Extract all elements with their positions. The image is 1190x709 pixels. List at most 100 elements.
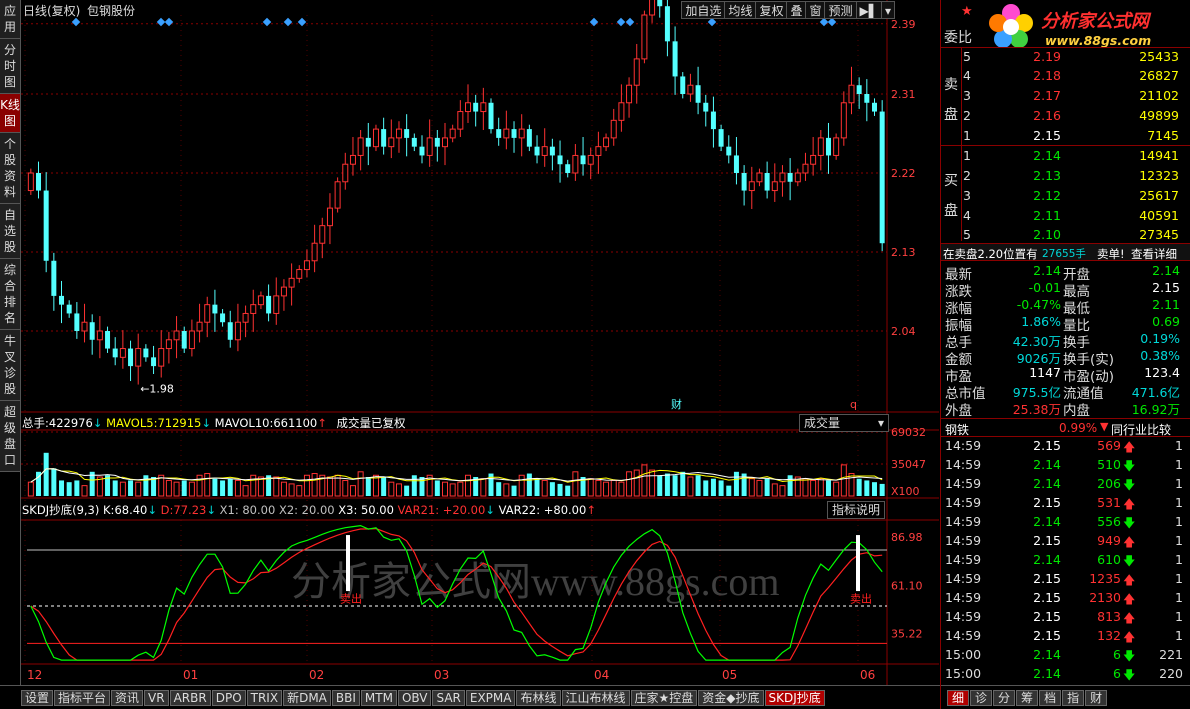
- indicator-tab[interactable]: 资金◆抄底: [698, 689, 764, 706]
- ask-row[interactable]: 2 2.16 49899: [941, 107, 1190, 126]
- right-tab[interactable]: 诊: [970, 689, 993, 706]
- indicator-select[interactable]: 成交量 ▾: [799, 414, 889, 432]
- indicator-tab[interactable]: 设置: [21, 689, 54, 706]
- adjust-button[interactable]: 复权: [755, 1, 788, 19]
- volume-bar: [526, 473, 532, 496]
- ma-button[interactable]: 均线: [724, 1, 757, 19]
- forecast-button[interactable]: 预测: [824, 1, 857, 19]
- window-button[interactable]: 窗: [805, 1, 826, 19]
- bid-row[interactable]: 1 2.14 14941: [941, 147, 1190, 166]
- volume-bars: [27, 452, 885, 497]
- left-tab[interactable]: 牛叉诊股: [0, 330, 20, 401]
- indicator-tab[interactable]: VR: [144, 689, 169, 706]
- candle-body: [96, 330, 103, 341]
- indicator-tab[interactable]: 资讯: [111, 689, 144, 706]
- volume-bar: [710, 478, 716, 496]
- right-tab[interactable]: 指: [1062, 689, 1085, 706]
- volume-bar: [51, 468, 57, 496]
- chevron-down-icon[interactable]: ▾: [880, 1, 895, 19]
- big-order-alert[interactable]: 在卖盘2.20位置有 27655手 卖单! 查看详细: [941, 243, 1190, 261]
- ask-row[interactable]: 3 2.17 21102: [941, 87, 1190, 106]
- indicator-tab[interactable]: BBI: [331, 689, 360, 706]
- candle-body: [741, 173, 747, 191]
- chart-canvas[interactable]: 分析家公式网www.88gs.com ←2.37←1.98财q 卖出卖出 2.3…: [21, 0, 939, 685]
- indicator-tab[interactable]: DPO: [211, 689, 246, 706]
- right-tab[interactable]: 财: [1085, 689, 1108, 706]
- volume-bar: [365, 476, 371, 496]
- indicator-tab[interactable]: 布林线: [516, 689, 561, 706]
- volume-bar: [718, 480, 724, 496]
- indicator-tab[interactable]: SAR: [432, 689, 465, 706]
- volume-bar: [465, 474, 472, 497]
- indicator-tab[interactable]: ARBR: [169, 689, 211, 706]
- candle-body: [518, 128, 525, 139]
- indicator-tab[interactable]: OBV: [397, 689, 432, 706]
- volume-bar: [848, 473, 855, 497]
- indicator-tab-active[interactable]: SKDJ抄底: [764, 689, 825, 706]
- candle-body: [105, 331, 111, 349]
- left-tab[interactable]: 综合排名: [0, 259, 20, 330]
- volume-bar: [595, 479, 602, 497]
- right-tab[interactable]: 筹: [1016, 689, 1039, 706]
- volume-bar: [610, 479, 617, 497]
- volume-bar: [657, 475, 663, 496]
- flower-logo-icon: [987, 3, 1035, 51]
- candle-body: [242, 312, 249, 323]
- candle-body: [404, 129, 410, 138]
- volume-bar: [549, 482, 555, 496]
- left-tab[interactable]: 超级盘口: [0, 401, 20, 472]
- candle-body: [695, 85, 701, 103]
- volume-bar: [879, 483, 885, 496]
- overlay-button[interactable]: 叠: [786, 1, 807, 19]
- add-watchlist-button[interactable]: 加自选: [681, 1, 726, 19]
- candle-body: [151, 357, 157, 367]
- volume-bar: [534, 478, 540, 496]
- candle-body: [89, 322, 95, 340]
- candle-body: [787, 173, 793, 182]
- candle-body: [349, 154, 356, 165]
- bid-row[interactable]: 2 2.13 12323: [941, 167, 1190, 186]
- right-tab-active[interactable]: 细: [947, 689, 970, 706]
- star-icon[interactable]: ★: [961, 4, 975, 19]
- bid-row[interactable]: 3 2.12 25617: [941, 187, 1190, 206]
- indicator-tab[interactable]: EXPMA: [465, 689, 516, 706]
- candle-body: [119, 348, 126, 358]
- left-tab[interactable]: 应用: [0, 0, 20, 39]
- candle-body: [411, 137, 417, 147]
- candle-body: [273, 295, 280, 314]
- candle-body: [488, 102, 494, 130]
- ask-row[interactable]: 1 2.15 7145: [941, 127, 1190, 146]
- indicator-tab[interactable]: 指标平台: [54, 689, 111, 706]
- left-tab[interactable]: 分时图: [0, 39, 20, 94]
- time-tick-label: 01: [183, 668, 198, 682]
- candle-body: [250, 304, 257, 314]
- left-tab[interactable]: 自选股: [0, 204, 20, 259]
- candle-body: [173, 330, 180, 341]
- left-tab[interactable]: 个股资料: [0, 133, 20, 204]
- indicator-tab[interactable]: TRIX: [246, 689, 283, 706]
- volume-bar: [871, 482, 877, 496]
- candle-body: [188, 330, 195, 350]
- indicator-explain-button[interactable]: 指标说明: [827, 501, 886, 519]
- time-tick-label: 02: [309, 668, 324, 682]
- candle-body: [372, 128, 379, 148]
- volume-bar: [434, 480, 440, 496]
- ask-row[interactable]: 4 2.18 26827: [941, 67, 1190, 86]
- indicator-tab[interactable]: 庄家★控盘: [630, 689, 698, 706]
- indicator-tab[interactable]: 新DMA: [283, 689, 331, 706]
- ask-row[interactable]: 5 2.19 25433: [941, 48, 1190, 67]
- bid-row[interactable]: 4 2.11 40591: [941, 207, 1190, 226]
- indicator-tab[interactable]: MTM: [360, 689, 397, 706]
- play-button[interactable]: ▶▌: [855, 1, 882, 19]
- volume-bar: [388, 481, 395, 497]
- right-tab[interactable]: 档: [1039, 689, 1062, 706]
- candle-body: [220, 313, 226, 323]
- candle-body: [334, 181, 341, 209]
- volume-bar: [626, 471, 633, 497]
- sector-bar[interactable]: 钢铁 0.99% ▼ 同行业比较: [941, 418, 1190, 437]
- indicator-tabs: 设置 指标平台 资讯 VR ARBR DPO TRIX 新DMA BBI MTM…: [0, 685, 940, 709]
- tick-row: 14:59 2.15 531 🡅 1: [941, 494, 1190, 513]
- indicator-tab[interactable]: 江山布林线: [561, 689, 630, 706]
- right-tab[interactable]: 分: [993, 689, 1016, 706]
- left-tab-active[interactable]: K线图: [0, 94, 20, 133]
